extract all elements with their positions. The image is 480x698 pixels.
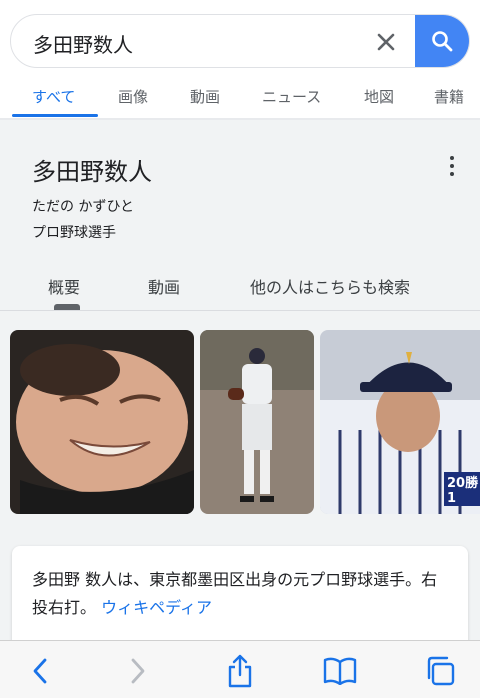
tab-news[interactable]: ニュース bbox=[262, 86, 321, 107]
more-options-icon[interactable] bbox=[442, 154, 462, 178]
tab-maps[interactable]: 地図 bbox=[364, 86, 394, 107]
summary-text: 多田野 数人は、東京都墨田区出身の元プロ野球選手。右投右打。 ウィキペディア bbox=[32, 566, 452, 622]
tab-all[interactable]: すべて bbox=[32, 86, 75, 107]
tab-images[interactable]: 画像 bbox=[118, 86, 148, 107]
bookmarks-button[interactable] bbox=[322, 653, 358, 689]
search-tabs: すべて 画像 動画 ニュース 地図 書籍 bbox=[0, 78, 480, 118]
image-badge: 20勝1 bbox=[444, 472, 480, 506]
search-icon bbox=[432, 31, 453, 52]
close-icon bbox=[377, 33, 395, 51]
clear-search-button[interactable] bbox=[371, 27, 401, 57]
tab-books[interactable]: 書籍 bbox=[434, 86, 464, 107]
search-box[interactable]: 多田野数人 bbox=[10, 14, 470, 68]
chevron-left-icon bbox=[33, 658, 47, 684]
image-result-1[interactable] bbox=[10, 330, 194, 514]
book-icon bbox=[323, 657, 357, 685]
kp-divider bbox=[0, 310, 480, 311]
kp-description: プロ野球選手 bbox=[32, 225, 116, 241]
photo-baseball-pitcher-icon bbox=[200, 330, 314, 514]
kp-tab-overview[interactable]: 概要 bbox=[48, 274, 80, 298]
tab-videos[interactable]: 動画 bbox=[190, 86, 220, 107]
forward-button[interactable] bbox=[120, 653, 156, 689]
active-tab-indicator bbox=[12, 114, 98, 117]
kp-title: 多田野数人 bbox=[32, 158, 152, 186]
image-result-3[interactable]: 20勝1 bbox=[320, 330, 480, 514]
summary-body: 多田野 数人は、東京都墨田区出身の元プロ野球選手。右投右打。 bbox=[32, 570, 438, 617]
browser-toolbar bbox=[0, 640, 480, 698]
kp-reading: ただの かずひと bbox=[32, 199, 135, 215]
wikipedia-link[interactable]: ウィキペディア bbox=[101, 598, 212, 617]
chevron-right-icon bbox=[131, 658, 145, 684]
kp-tab-videos[interactable]: 動画 bbox=[148, 274, 180, 298]
photo-grimacing-face-icon bbox=[10, 330, 194, 514]
back-button[interactable] bbox=[22, 653, 58, 689]
knowledge-panel: 多田野数人 ただの かずひと プロ野球選手 概要 動画 他の人はこちらも検索 bbox=[12, 134, 468, 310]
tabs-button[interactable] bbox=[422, 653, 458, 689]
image-result-2[interactable] bbox=[200, 330, 314, 514]
search-button[interactable] bbox=[415, 15, 469, 67]
search-input[interactable]: 多田野数人 bbox=[33, 29, 133, 58]
share-icon bbox=[228, 654, 252, 688]
header-divider bbox=[0, 118, 480, 120]
tabs-icon bbox=[427, 656, 455, 686]
share-button[interactable] bbox=[222, 653, 258, 689]
kp-tab-related-searches[interactable]: 他の人はこちらも検索 bbox=[250, 274, 410, 298]
search-header: 多田野数人 すべて 画像 動画 ニュース 地図 書籍 bbox=[0, 0, 480, 120]
